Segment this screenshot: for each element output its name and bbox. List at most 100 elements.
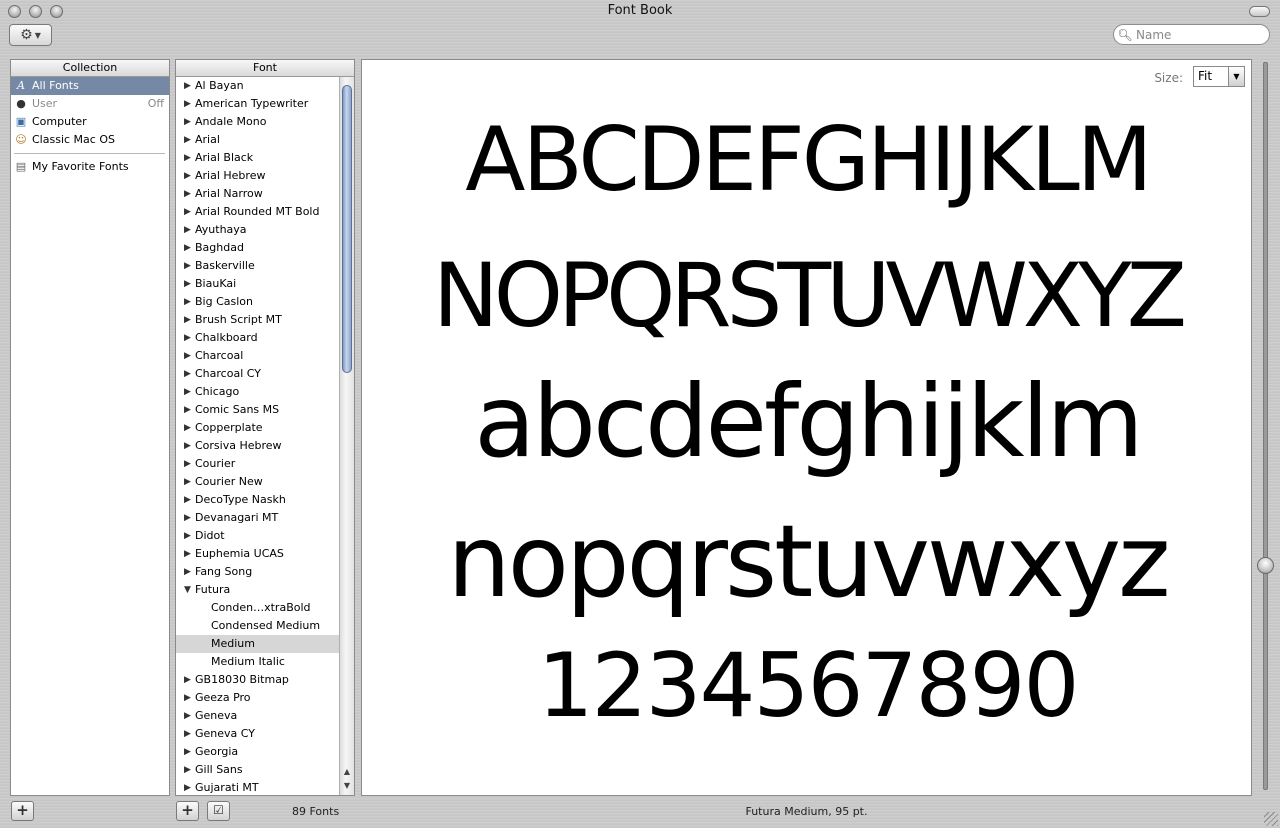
- collection-item-my-favorite-fonts[interactable]: ▤ My Favorite Fonts: [11, 158, 169, 176]
- disclosure-triangle-right-icon[interactable]: ▶: [184, 419, 191, 437]
- disclosure-triangle-right-icon[interactable]: ▶: [184, 437, 191, 455]
- font-family-row[interactable]: ▶ Fang Song: [176, 563, 339, 581]
- font-family-row[interactable]: ▶ Big Caslon: [176, 293, 339, 311]
- disclosure-triangle-right-icon[interactable]: ▶: [184, 113, 191, 131]
- font-face-row[interactable]: Medium Italic: [176, 653, 339, 671]
- font-family-row[interactable]: ▶ Chicago: [176, 383, 339, 401]
- font-family-row[interactable]: ▶ Didot: [176, 527, 339, 545]
- font-family-row[interactable]: ▶ American Typewriter: [176, 95, 339, 113]
- disclosure-triangle-right-icon[interactable]: ▶: [184, 383, 191, 401]
- font-family-row[interactable]: ▶ Euphemia UCAS: [176, 545, 339, 563]
- font-family-row[interactable]: ▶ Arial Narrow: [176, 185, 339, 203]
- search-input[interactable]: [1136, 27, 1261, 42]
- disclosure-triangle-right-icon[interactable]: ▶: [184, 77, 191, 95]
- font-family-row[interactable]: ▶ Gujarati MT: [176, 779, 339, 795]
- font-family-row[interactable]: ▶ Ayuthaya: [176, 221, 339, 239]
- disclosure-triangle-right-icon[interactable]: ▶: [184, 131, 191, 149]
- font-family-row[interactable]: ▶ Courier New: [176, 473, 339, 491]
- disclosure-triangle-right-icon[interactable]: ▶: [184, 743, 191, 761]
- scroll-down-arrow-icon[interactable]: ▼: [340, 779, 354, 793]
- disclosure-triangle-right-icon[interactable]: ▶: [184, 329, 191, 347]
- font-family-row[interactable]: ▶ Arial Hebrew: [176, 167, 339, 185]
- font-family-row[interactable]: ▶ Andale Mono: [176, 113, 339, 131]
- add-font-button[interactable]: +: [176, 801, 199, 821]
- disclosure-triangle-right-icon[interactable]: ▶: [184, 545, 191, 563]
- disclosure-triangle-right-icon[interactable]: ▶: [184, 761, 191, 779]
- collection-column-header[interactable]: Collection: [11, 60, 169, 77]
- collection-item-classic-mac-os[interactable]: ☺ Classic Mac OS: [11, 131, 169, 149]
- scroll-up-arrow-icon[interactable]: ▲: [340, 765, 354, 779]
- font-face-row[interactable]: Conden…xtraBold: [176, 599, 339, 617]
- disclosure-triangle-right-icon[interactable]: ▶: [184, 563, 191, 581]
- disclosure-triangle-right-icon[interactable]: ▶: [184, 527, 191, 545]
- disclosure-triangle-right-icon[interactable]: ▶: [184, 491, 191, 509]
- font-family-row[interactable]: ▶ Charcoal CY: [176, 365, 339, 383]
- collection-item-all-fonts[interactable]: A All Fonts: [11, 77, 169, 95]
- font-family-row[interactable]: ▶ Copperplate: [176, 419, 339, 437]
- action-menu-button[interactable]: ⚙ ▼: [9, 24, 52, 46]
- enable-font-button[interactable]: ☑: [207, 801, 230, 821]
- disclosure-triangle-right-icon[interactable]: ▶: [184, 779, 191, 795]
- font-face-row[interactable]: Medium: [176, 635, 339, 653]
- disclosure-triangle-right-icon[interactable]: ▶: [184, 149, 191, 167]
- disclosure-triangle-right-icon[interactable]: ▶: [184, 401, 191, 419]
- disclosure-triangle-right-icon[interactable]: ▶: [184, 221, 191, 239]
- font-family-row[interactable]: ▶ BiauKai: [176, 275, 339, 293]
- font-family-row[interactable]: ▶ Comic Sans MS: [176, 401, 339, 419]
- scrollbar-thumb[interactable]: [342, 85, 352, 373]
- disclosure-triangle-right-icon[interactable]: ▶: [184, 311, 191, 329]
- disclosure-triangle-right-icon[interactable]: ▶: [184, 275, 191, 293]
- add-collection-button[interactable]: +: [11, 801, 34, 821]
- font-family-label: Courier: [195, 457, 236, 470]
- disclosure-triangle-right-icon[interactable]: ▶: [184, 365, 191, 383]
- font-family-row[interactable]: ▶ Gill Sans: [176, 761, 339, 779]
- disclosure-triangle-right-icon[interactable]: ▶: [184, 203, 191, 221]
- disclosure-triangle-right-icon[interactable]: ▶: [184, 257, 191, 275]
- size-slider-knob[interactable]: [1257, 557, 1274, 574]
- font-family-row[interactable]: ▶ Georgia: [176, 743, 339, 761]
- font-column-header[interactable]: Font: [176, 60, 354, 77]
- size-select[interactable]: Fit ▼: [1193, 66, 1245, 87]
- resize-grip-icon[interactable]: [1264, 812, 1278, 826]
- font-family-row[interactable]: ▼ Futura: [176, 581, 339, 599]
- font-family-row[interactable]: ▶ Al Bayan: [176, 77, 339, 95]
- disclosure-triangle-right-icon[interactable]: ▶: [184, 185, 191, 203]
- disclosure-triangle-right-icon[interactable]: ▶: [184, 725, 191, 743]
- collection-item-computer[interactable]: ▣ Computer: [11, 113, 169, 131]
- font-family-row[interactable]: ▶ Corsiva Hebrew: [176, 437, 339, 455]
- font-family-row[interactable]: ▶ Arial: [176, 131, 339, 149]
- font-family-row[interactable]: ▶ DecoType Naskh: [176, 491, 339, 509]
- font-family-row[interactable]: ▶ Geneva: [176, 707, 339, 725]
- font-family-row[interactable]: ▶ Baskerville: [176, 257, 339, 275]
- font-family-row[interactable]: ▶ Geneva CY: [176, 725, 339, 743]
- disclosure-triangle-right-icon[interactable]: ▶: [184, 707, 191, 725]
- font-family-row[interactable]: ▶ Arial Black: [176, 149, 339, 167]
- font-family-row[interactable]: ▶ Arial Rounded MT Bold: [176, 203, 339, 221]
- disclosure-triangle-right-icon[interactable]: ▶: [184, 347, 191, 365]
- disclosure-triangle-right-icon[interactable]: ▶: [184, 509, 191, 527]
- disclosure-triangle-right-icon[interactable]: ▶: [184, 671, 191, 689]
- size-slider-track[interactable]: [1263, 62, 1268, 790]
- disclosure-triangle-right-icon[interactable]: ▶: [184, 689, 191, 707]
- font-face-row[interactable]: Condensed Medium: [176, 617, 339, 635]
- disclosure-triangle-down-icon[interactable]: ▼: [184, 581, 191, 599]
- font-family-row[interactable]: ▶ Chalkboard: [176, 329, 339, 347]
- disclosure-triangle-right-icon[interactable]: ▶: [184, 293, 191, 311]
- font-family-row[interactable]: ▶ Baghdad: [176, 239, 339, 257]
- font-family-row[interactable]: ▶ Charcoal: [176, 347, 339, 365]
- font-family-row[interactable]: ▶ Courier: [176, 455, 339, 473]
- font-family-row[interactable]: ▶ Devanagari MT: [176, 509, 339, 527]
- search-field[interactable]: 🔍︎: [1113, 24, 1270, 45]
- disclosure-triangle-right-icon[interactable]: ▶: [184, 473, 191, 491]
- disclosure-triangle-right-icon[interactable]: ▶: [184, 95, 191, 113]
- collection-item-user[interactable]: ● User Off: [11, 95, 169, 113]
- disclosure-triangle-right-icon[interactable]: ▶: [184, 455, 191, 473]
- font-family-row[interactable]: ▶ Brush Script MT: [176, 311, 339, 329]
- font-list-scrollbar[interactable]: ▲ ▼: [339, 77, 354, 795]
- search-icon[interactable]: 🔍︎: [1114, 28, 1136, 42]
- font-family-row[interactable]: ▶ GB18030 Bitmap: [176, 671, 339, 689]
- font-family-row[interactable]: ▶ Geeza Pro: [176, 689, 339, 707]
- disclosure-triangle-right-icon[interactable]: ▶: [184, 167, 191, 185]
- toolbar-toggle-button[interactable]: [1249, 6, 1270, 17]
- disclosure-triangle-right-icon[interactable]: ▶: [184, 239, 191, 257]
